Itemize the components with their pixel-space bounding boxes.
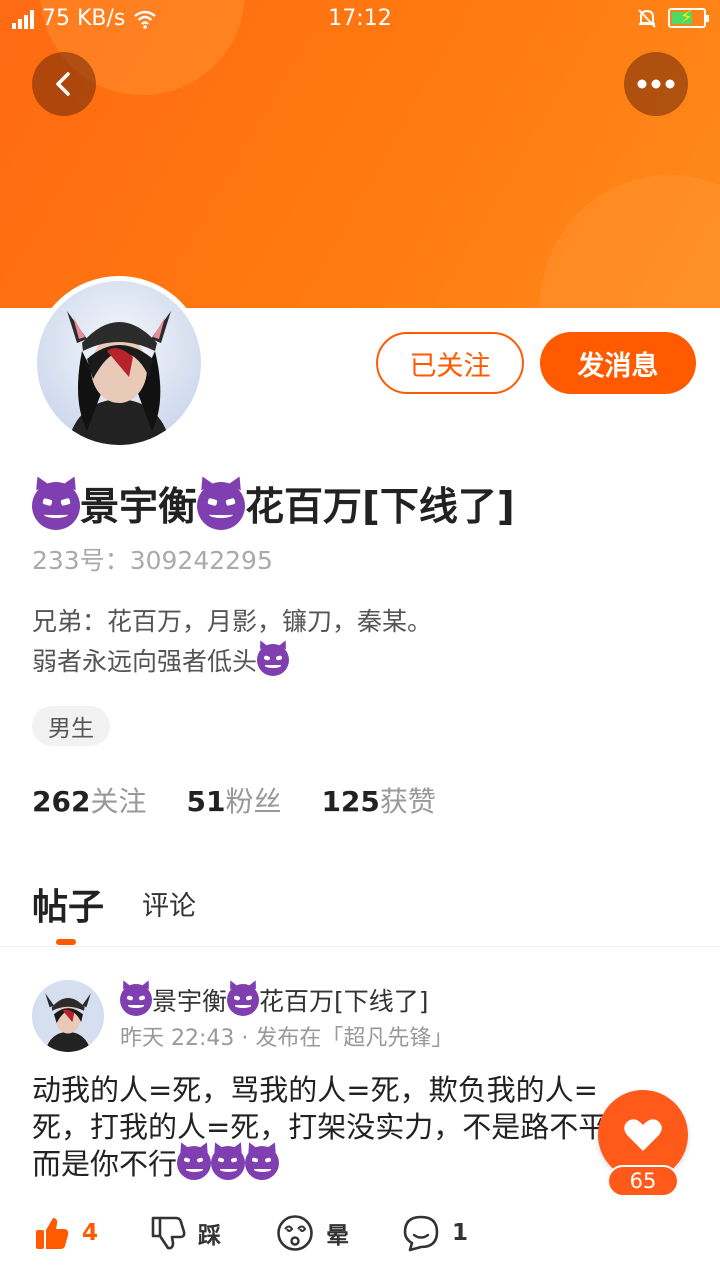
user-id-label: 233号： <box>32 546 130 575</box>
avatar-image <box>32 980 104 1052</box>
devil-emoji-icon <box>120 984 152 1016</box>
devil-emoji-icon <box>245 1146 280 1180</box>
post-author-part1: 景宇衡 <box>152 987 228 1016</box>
profile-name: 景宇衡 花百万[下线了] <box>32 476 515 532</box>
devil-emoji-icon <box>227 984 260 1016</box>
heart-icon <box>624 1119 662 1151</box>
comment-bubble-icon <box>403 1215 439 1252</box>
clock: 17:12 <box>328 6 392 31</box>
user-id: 233号：309242295 <box>32 541 273 577</box>
devil-emoji-icon <box>177 1146 212 1180</box>
back-button[interactable] <box>32 52 96 116</box>
post-action-bar: 4 踩 晕 1 <box>0 1208 720 1258</box>
profile-stats: 262关注 51粉丝 125获赞 <box>32 780 436 820</box>
bio-line-2: 弱者永远向强者低头 <box>32 647 258 676</box>
banner-decor-circle-2 <box>540 175 720 308</box>
bio-line-1: 兄弟：花百万，月影，镰刀，秦某。 <box>32 607 433 636</box>
devil-emoji-icon <box>32 481 80 530</box>
thumbs-up-icon <box>36 1218 69 1249</box>
back-arrow-icon <box>56 72 70 96</box>
dizzy-button[interactable]: 晕 <box>276 1208 349 1258</box>
tab-active-indicator <box>56 939 76 945</box>
divider <box>0 946 720 947</box>
dislike-label: 踩 <box>198 1223 221 1249</box>
user-id-value: 309242295 <box>129 546 273 575</box>
post-meta: 昨天 22:43 · 发布在「超凡先锋」 <box>120 1026 454 1051</box>
like-count: 4 <box>82 1220 99 1246</box>
stat-following[interactable]: 262关注 <box>32 780 146 820</box>
devil-emoji-icon <box>257 644 290 676</box>
post-author-avatar[interactable] <box>32 980 104 1052</box>
post-body-text: 动我的人=死，骂我的人=死，欺负我的人=死，打我的人=死，打架没实力，不是路不平… <box>32 1073 637 1181</box>
profile-bio: 兄弟：花百万，月影，镰刀，秦某。 弱者永远向强者低头 <box>32 602 432 682</box>
more-dots-icon <box>637 79 675 89</box>
like-button[interactable]: 4 <box>34 1208 98 1258</box>
mute-bell-icon <box>638 9 656 28</box>
post-author-name[interactable]: 景宇衡 花百万[下线了] <box>120 982 429 1018</box>
thumbs-down-icon <box>151 1216 186 1250</box>
dizzy-label: 晕 <box>326 1223 349 1249</box>
profile-name-part2: 花百万[下线了] <box>245 485 515 530</box>
followed-button[interactable]: 已关注 <box>376 332 524 394</box>
tab-comments[interactable]: 评论 <box>142 884 196 923</box>
profile-name-part1: 景宇衡 <box>80 485 198 530</box>
post-body[interactable]: 动我的人=死，骂我的人=死，欺负我的人=死，打我的人=死，打架没实力，不是路不平… <box>32 1072 652 1186</box>
stat-fans[interactable]: 51粉丝 <box>186 780 281 820</box>
post-author-part2: 花百万[下线了] <box>259 987 429 1016</box>
status-bar: 75 KB/s 17:12 ⚡ <box>0 0 720 40</box>
avatar-image <box>37 281 201 445</box>
comment-count: 1 <box>452 1220 469 1246</box>
devil-emoji-icon <box>197 481 246 530</box>
battery-icon: ⚡ <box>668 7 709 28</box>
more-button[interactable] <box>624 52 688 116</box>
comment-button[interactable]: 1 <box>402 1208 468 1258</box>
dislike-button[interactable]: 踩 <box>150 1208 221 1258</box>
tab-posts[interactable]: 帖子 <box>32 878 104 930</box>
stat-likes: 125获赞 <box>321 785 436 818</box>
like-count-badge: 65 <box>607 1165 679 1197</box>
devil-emoji-icon <box>211 1146 246 1180</box>
dizzy-face-icon <box>277 1215 313 1251</box>
send-message-button[interactable]: 发消息 <box>540 332 696 394</box>
gender-tag: 男生 <box>32 706 110 746</box>
profile-avatar[interactable] <box>32 276 206 450</box>
profile-banner <box>0 0 720 308</box>
